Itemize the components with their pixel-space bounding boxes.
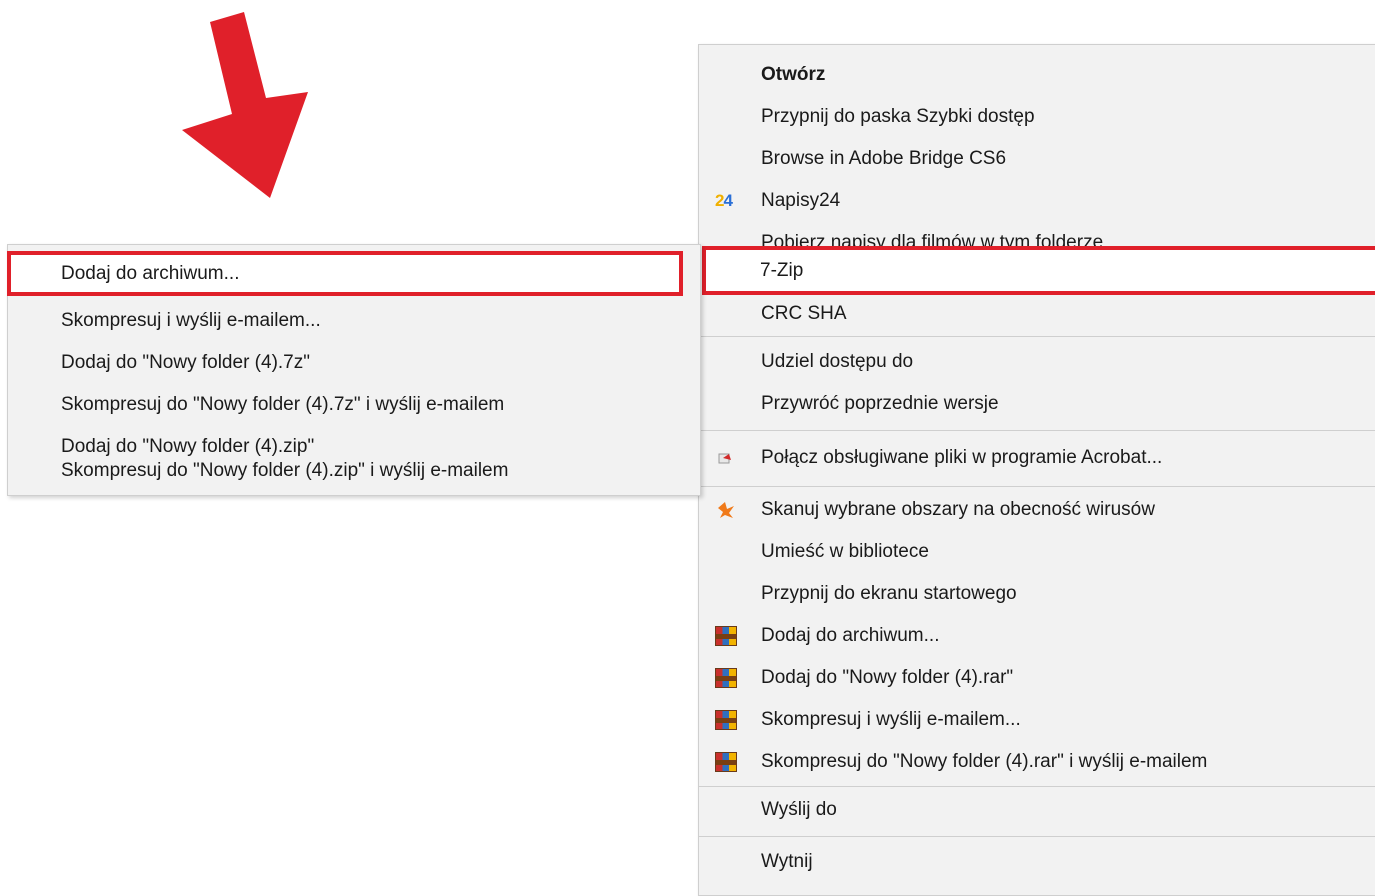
avast-icon xyxy=(718,502,734,518)
menu-item-send-to[interactable]: Wyślij do xyxy=(699,789,1375,831)
menu-item-share-with[interactable]: Udziel dostępu do xyxy=(699,341,1375,383)
menu-item-label: Przypnij do ekranu startowego xyxy=(761,583,1017,604)
submenu-item-label: Skompresuj i wyślij e-mailem... xyxy=(61,310,321,331)
menu-item-winrar-add-rar[interactable]: Dodaj do "Nowy folder (4).rar" xyxy=(699,657,1375,699)
menu-item-label: Wyślij do xyxy=(761,799,837,820)
menu-item-restore-versions[interactable]: Przywróć poprzednie wersje xyxy=(699,383,1375,425)
submenu-item-add-to-archive[interactable]: Dodaj do archiwum... xyxy=(7,251,683,296)
menu-separator xyxy=(699,336,1375,337)
submenu-item-label: Skompresuj do "Nowy folder (4).7z" i wyś… xyxy=(61,394,505,415)
menu-separator xyxy=(699,836,1375,837)
submenu-item-label: Dodaj do archiwum... xyxy=(61,263,240,284)
red-arrow-annotation xyxy=(182,12,308,198)
menu-item-cut[interactable]: Wytnij xyxy=(699,841,1375,883)
menu-item-napisy24[interactable]: 24 Napisy24 xyxy=(699,180,1375,222)
menu-item-winrar-compress-email[interactable]: Skompresuj i wyślij e-mailem... xyxy=(699,699,1375,741)
menu-item-include-in-library[interactable]: Umieść w bibliotece xyxy=(699,531,1375,573)
menu-item-label: Skompresuj do "Nowy folder (4).rar" i wy… xyxy=(761,751,1208,772)
menu-separator xyxy=(699,430,1375,431)
menu-item-label: 7-Zip xyxy=(760,260,804,281)
menu-item-label: Przypnij do paska Szybki dostęp xyxy=(761,106,1035,127)
menu-item-7zip[interactable]: 7-Zip xyxy=(702,246,1375,295)
submenu-item-compress-zip-email[interactable]: Skompresuj do "Nowy folder (4).zip" i wy… xyxy=(8,453,700,489)
menu-item-crc-sha[interactable]: CRC SHA xyxy=(699,293,1375,335)
menu-item-winrar-compress-rar-email[interactable]: Skompresuj do "Nowy folder (4).rar" i wy… xyxy=(699,741,1375,783)
menu-item-pin-start[interactable]: Przypnij do ekranu startowego xyxy=(699,573,1375,615)
menu-item-label: Wytnij xyxy=(761,851,813,872)
menu-item-pin-quick-access[interactable]: Przypnij do paska Szybki dostęp xyxy=(699,96,1375,138)
submenu-item-compress-email[interactable]: Skompresuj i wyślij e-mailem... xyxy=(8,300,700,342)
menu-item-label: Udziel dostępu do xyxy=(761,351,914,372)
menu-item-label: Skanuj wybrane obszary na obecność wirus… xyxy=(761,499,1155,520)
menu-item-open[interactable]: Otwórz xyxy=(699,54,1375,96)
submenu-item-compress-7z-email[interactable]: Skompresuj do "Nowy folder (4).7z" i wyś… xyxy=(8,384,700,426)
winrar-icon xyxy=(715,668,737,688)
winrar-icon xyxy=(715,752,737,772)
menu-separator xyxy=(699,486,1375,487)
napisy24-icon: 24 xyxy=(715,191,733,210)
menu-item-label: Browse in Adobe Bridge CS6 xyxy=(761,148,1007,169)
acrobat-icon xyxy=(718,453,731,464)
winrar-icon xyxy=(715,626,737,646)
menu-item-label: Otwórz xyxy=(761,64,826,85)
menu-item-label: Skompresuj i wyślij e-mailem... xyxy=(761,709,1021,730)
menu-item-adobe-bridge[interactable]: Browse in Adobe Bridge CS6 xyxy=(699,138,1375,180)
menu-item-label: CRC SHA xyxy=(761,303,847,324)
menu-separator xyxy=(699,786,1375,787)
menu-item-winrar-add-archive[interactable]: Dodaj do archiwum... xyxy=(699,615,1375,657)
menu-item-label: Napisy24 xyxy=(761,190,841,211)
menu-item-label: Umieść w bibliotece xyxy=(761,541,929,562)
menu-item-label: Dodaj do archiwum... xyxy=(761,625,940,646)
menu-item-avast-scan[interactable]: Skanuj wybrane obszary na obecność wirus… xyxy=(699,489,1375,531)
context-menu: Otwórz Przypnij do paska Szybki dostęp B… xyxy=(698,44,1375,896)
winrar-icon xyxy=(715,710,737,730)
menu-item-label: Przywróć poprzednie wersje xyxy=(761,393,999,414)
submenu-item-add-7z[interactable]: Dodaj do "Nowy folder (4).7z" xyxy=(8,342,700,384)
menu-item-label: Połącz obsługiwane pliki w programie Acr… xyxy=(761,447,1163,468)
submenu-item-label: Skompresuj do "Nowy folder (4).zip" i wy… xyxy=(61,460,509,481)
menu-item-label: Dodaj do "Nowy folder (4).rar" xyxy=(761,667,1014,688)
menu-item-acrobat-combine[interactable]: Połącz obsługiwane pliki w programie Acr… xyxy=(699,437,1375,479)
submenu-item-label: Dodaj do "Nowy folder (4).7z" xyxy=(61,352,310,373)
